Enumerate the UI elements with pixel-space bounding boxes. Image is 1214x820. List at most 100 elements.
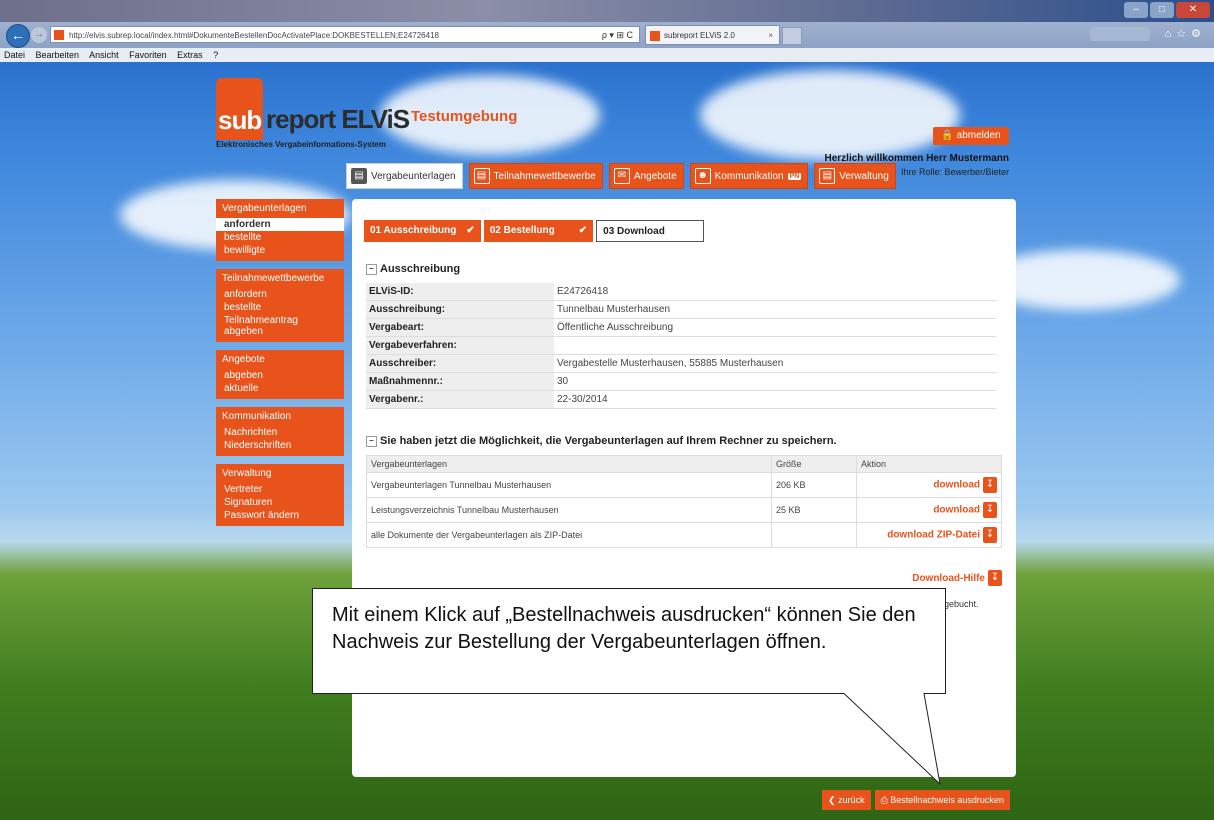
field-label: Vergabeart: (366, 318, 554, 337)
tab-vergabeunterlagen[interactable]: ▤ Vergabeunterlagen (346, 163, 463, 189)
favorites-star-icon[interactable]: ☆ (1176, 28, 1191, 40)
print-proof-button[interactable]: ⎙ Bestellnachweis ausdrucken (874, 790, 1010, 810)
tab-favicon-icon (650, 31, 660, 41)
tab-teilnahmewettbewerbe[interactable]: ▤ Teilnahmewettbewerbe (468, 163, 603, 189)
close-window-button[interactable]: ✕ (1176, 2, 1210, 18)
sidebar-group-kommunikation: Kommunikation Nachrichten Niederschrifte… (216, 407, 344, 456)
minimize-button[interactable]: – (1124, 2, 1148, 18)
section-header-ausschreibung[interactable]: – Ausschreibung (366, 263, 460, 275)
menu-item[interactable]: Favoriten (129, 50, 167, 60)
sidebar-item-nachrichten[interactable]: Nachrichten (216, 426, 344, 439)
menu-item[interactable]: Ansicht (89, 50, 119, 60)
tab-label: Vergabeunterlagen (371, 170, 456, 182)
table-row: Vergabeunterlagen Tunnelbau Musterhausen… (366, 472, 1002, 498)
search-box[interactable] (1090, 27, 1150, 41)
window-titlebar: – □ ✕ (0, 0, 1214, 22)
download-zip-link[interactable]: download ZIP-Datei (887, 529, 980, 540)
window-controls: – □ ✕ (1124, 2, 1210, 18)
sidebar-item-teilnahmeantrag[interactable]: Teilnahmeantrag abgeben (216, 314, 344, 338)
sidebar-item-aktuelle[interactable]: aktuelle (216, 382, 344, 395)
sidebar-item-bewilligte[interactable]: bewilligte (216, 244, 344, 257)
sidebar-group-title[interactable]: Vergabeunterlagen (216, 199, 344, 218)
maximize-button[interactable]: □ (1150, 2, 1174, 18)
sidebar-group-title[interactable]: Angebote (216, 350, 344, 369)
back-button[interactable]: ← (6, 24, 30, 48)
forward-button[interactable]: → (31, 27, 47, 43)
menu-item[interactable]: Bearbeiten (36, 50, 80, 60)
sidebar-item-anfordern[interactable]: anfordern (216, 218, 344, 231)
new-tab-button[interactable] (782, 27, 802, 45)
download-icon[interactable]: ↧ (983, 502, 997, 518)
column-header: Aktion (856, 455, 1002, 473)
download-icon[interactable]: ↧ (983, 477, 997, 493)
logout-button[interactable]: 🔒 abmelden (933, 127, 1009, 145)
role-text: Ihre Rolle: Bewerber/Bieter (900, 167, 1009, 177)
tab-label: Teilnahmewettbewerbe (493, 170, 596, 182)
table-row: Ausschreibung: Tunnelbau Musterhausen (366, 300, 996, 319)
field-label: Vergabenr.: (366, 390, 554, 409)
download-help-link[interactable]: Download-Hilfe (912, 573, 985, 584)
home-icon[interactable]: ⌂ (1165, 28, 1177, 40)
logout-label: abmelden (956, 130, 1001, 141)
document-size (771, 522, 857, 548)
help-icon[interactable]: ↧ (988, 570, 1002, 586)
download-cell: download ZIP-Datei ↧ (856, 522, 1002, 548)
column-header: Größe (771, 455, 857, 473)
sidebar-item-vertreter[interactable]: Vertreter (216, 483, 344, 496)
download-help[interactable]: Download-Hilfe ↧ (912, 570, 1002, 586)
sidebar-group-vergabeunterlagen: Vergabeunterlagen anfordern bestellte be… (216, 199, 344, 261)
tab-verwaltung[interactable]: ▤ Verwaltung (814, 163, 896, 189)
section-header-downloads[interactable]: – Sie haben jetzt die Möglichkeit, die Ve… (366, 435, 837, 447)
sidebar-item-niederschriften[interactable]: Niederschriften (216, 439, 344, 452)
collapse-icon[interactable]: – (366, 435, 377, 447)
sidebar-item-bestellte[interactable]: bestellte (216, 231, 344, 244)
step-download: 03 Download (596, 220, 705, 242)
menu-item[interactable]: Datei (4, 50, 25, 60)
lock-icon: 🔒 (941, 130, 954, 141)
address-controls[interactable]: ρ ▾ ⊞ C (602, 27, 633, 42)
collapse-icon[interactable]: – (366, 263, 377, 275)
tab-label: Kommunikation (714, 170, 784, 182)
back-nav-button[interactable]: ❮ zurück (822, 790, 871, 810)
download-link[interactable]: download (933, 504, 980, 515)
menu-item[interactable]: Extras (177, 50, 203, 60)
download-link[interactable]: download (933, 479, 980, 490)
sidebar-group-title[interactable]: Kommunikation (216, 407, 344, 426)
field-label: Ausschreiber: (366, 354, 554, 373)
tab-close-button[interactable]: × (768, 26, 773, 46)
offer-icon: ✉ (613, 168, 630, 184)
tab-kommunikation[interactable]: ☻ Kommunikation PN (689, 163, 809, 189)
document-size: 25 KB (771, 497, 857, 523)
menu-item[interactable]: ? (213, 50, 218, 60)
sidebar-group-teilnahmewettbewerbe: Teilnahmewettbewerbe anfordern bestellte… (216, 269, 344, 342)
sidebar-item-passwort[interactable]: Passwort ändern (216, 509, 344, 522)
sidebar-item-anfordern[interactable]: anfordern (216, 288, 344, 301)
field-value: E24726418 (554, 283, 996, 301)
chevron-left-icon: ❮ (828, 795, 836, 805)
sidebar-item-bestellte[interactable]: bestellte (216, 301, 344, 314)
checkmark-icon: ✔ (578, 225, 588, 236)
progress-steps: 01 Ausschreibung ✔ 02 Bestellung ✔ 03 Down… (364, 220, 705, 242)
callout-text: Mit einem Klick auf „Bestellnachweis aus… (332, 604, 916, 653)
sidebar-item-abgeben[interactable]: abgeben (216, 369, 344, 382)
sidebar-item-signaturen[interactable]: Signaturen (216, 496, 344, 509)
admin-icon: ▤ (819, 168, 836, 184)
browser-tab[interactable]: subreport ELViS 2.0 × (645, 25, 780, 45)
field-label: ELViS-ID: (366, 283, 554, 301)
printer-icon: ⎙ (880, 795, 888, 805)
document-name: alle Dokumente der Vergabeunterlagen als… (366, 522, 772, 548)
download-icon[interactable]: ↧ (983, 527, 997, 543)
downloads-table: Vergabeunterlagen Größe Aktion Vergabeun… (366, 455, 1002, 548)
table-row: Vergabeart: Öffentliche Ausschreibung (366, 318, 996, 337)
browser-tools: ⌂☆⚙ (1165, 27, 1206, 40)
sidebar-group-title[interactable]: Verwaltung (216, 464, 344, 483)
callout-bubble: Mit einem Klick auf „Bestellnachweis aus… (312, 588, 946, 786)
favicon-icon (54, 30, 64, 40)
sidebar-group-title[interactable]: Teilnahmewettbewerbe (216, 269, 344, 288)
main-navigation: ▤ Vergabeunterlagen ▤ Teilnahmewettbewer… (346, 163, 902, 189)
step-bestellung[interactable]: 02 Bestellung ✔ (483, 220, 594, 242)
tab-angebote[interactable]: ✉ Angebote (608, 163, 684, 189)
step-ausschreibung[interactable]: 01 Ausschreibung ✔ (364, 220, 481, 242)
address-bar[interactable]: http://elvis.subrep.local/index.html#Dok… (50, 26, 640, 43)
settings-gear-icon[interactable]: ⚙ (1191, 28, 1206, 40)
